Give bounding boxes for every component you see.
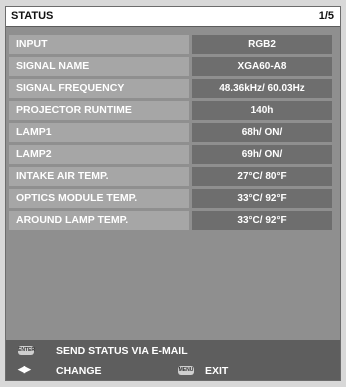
row-value: 27°C/ 80°F (192, 167, 332, 186)
row-value: 33°C/ 92°F (192, 211, 332, 230)
status-row-intake-air-temp: INTAKE AIR TEMP. 27°C/ 80°F (6, 167, 340, 186)
status-row-lamp2: LAMP2 69h/ ON/ (6, 145, 340, 164)
status-row-around-lamp-temp: AROUND LAMP TEMP. 33°C/ 92°F (6, 211, 340, 230)
footer-hints: ENTER SEND STATUS VIA E-MAIL ◀▶ CHANGE M… (6, 340, 340, 380)
row-label: INPUT (9, 35, 189, 54)
status-row-signal-frequency: SIGNAL FREQUENCY 48.36kHz/ 60.03Hz (6, 79, 340, 98)
exit-label[interactable]: EXIT (205, 365, 228, 377)
send-status-hint[interactable]: ENTER SEND STATUS VIA E-MAIL (6, 341, 340, 361)
row-label: PROJECTOR RUNTIME (9, 101, 189, 120)
row-label: LAMP2 (9, 145, 189, 164)
page-indicator: 1/5 (318, 10, 334, 22)
status-row-lamp1: LAMP1 68h/ ON/ (6, 123, 340, 142)
status-row-signal-name: SIGNAL NAME XGA60-A8 (6, 57, 340, 76)
left-right-arrows-icon: ◀▶ (18, 364, 31, 374)
row-value: 69h/ ON/ (192, 145, 332, 164)
status-row-projector-runtime: PROJECTOR RUNTIME 140h (6, 101, 340, 120)
change-label[interactable]: CHANGE (56, 365, 102, 377)
status-list: INPUT RGB2 SIGNAL NAME XGA60-A8 SIGNAL F… (6, 35, 340, 233)
status-row-optics-module-temp: OPTICS MODULE TEMP. 33°C/ 92°F (6, 189, 340, 208)
enter-key-icon: ENTER (18, 346, 35, 355)
row-label: SIGNAL FREQUENCY (9, 79, 189, 98)
change-exit-hints: ◀▶ CHANGE MENU EXIT (6, 361, 340, 381)
row-label: AROUND LAMP TEMP. (9, 211, 189, 230)
row-value: RGB2 (192, 35, 332, 54)
status-row-input: INPUT RGB2 (6, 35, 340, 54)
window-title: STATUS (11, 10, 54, 22)
row-value: 140h (192, 101, 332, 120)
row-label: INTAKE AIR TEMP. (9, 167, 189, 186)
row-value: 68h/ ON/ (192, 123, 332, 142)
send-status-label: SEND STATUS VIA E-MAIL (56, 345, 188, 357)
row-value: XGA60-A8 (192, 57, 332, 76)
status-window: STATUS 1/5 INPUT RGB2 SIGNAL NAME XGA60-… (5, 6, 341, 381)
title-bar: STATUS 1/5 (6, 7, 340, 27)
row-label: LAMP1 (9, 123, 189, 142)
row-label: OPTICS MODULE TEMP. (9, 189, 189, 208)
row-value: 48.36kHz/ 60.03Hz (192, 79, 332, 98)
row-label: SIGNAL NAME (9, 57, 189, 76)
menu-key-icon: MENU (178, 366, 194, 375)
row-value: 33°C/ 92°F (192, 189, 332, 208)
